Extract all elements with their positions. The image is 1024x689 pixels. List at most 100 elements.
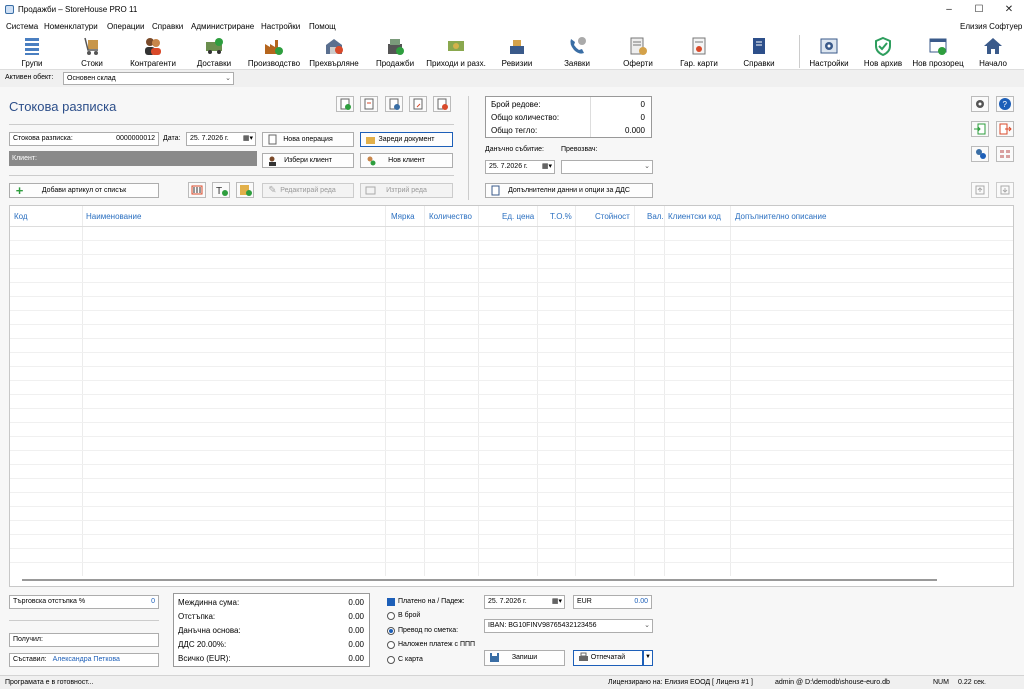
column-header-code[interactable]: Код: [14, 212, 28, 221]
document-copy-button[interactable]: [360, 96, 378, 112]
document-export-button[interactable]: [409, 96, 427, 112]
pay-cod-radio[interactable]: [387, 641, 395, 649]
phone-icon: [570, 37, 586, 54]
grid-row-line: [10, 394, 1013, 395]
print-button[interactable]: Отпечатай: [573, 650, 643, 666]
carrier-select[interactable]: ⌄: [561, 160, 653, 174]
composed-by-field[interactable]: Съставил: Александра Петкова: [9, 653, 159, 667]
toolbar-reports-button[interactable]: Справки: [738, 33, 780, 70]
import-button[interactable]: [971, 121, 989, 137]
document-number-field[interactable]: Стокова разписка: 0000000012: [9, 132, 159, 146]
new-client-button[interactable]: Нов клиент: [360, 153, 453, 168]
column-header-name[interactable]: Наименование: [86, 212, 141, 221]
menu-settings[interactable]: Настройки: [261, 22, 300, 31]
minimize-button[interactable]: –: [934, 0, 964, 19]
items-grid[interactable]: Код Наименование Мярка Количество Ед. це…: [9, 205, 1014, 587]
column-header-currency[interactable]: Вал.: [647, 212, 664, 221]
printer-icon: [579, 652, 588, 661]
toolbar-transfer-button[interactable]: Прехвърляне: [308, 33, 360, 70]
toolbar-groups-button[interactable]: Групи: [12, 33, 52, 70]
menu-administration[interactable]: Администриране: [191, 22, 254, 31]
column-header-unit[interactable]: Мярка: [391, 212, 415, 221]
toolbar-new-archive-button[interactable]: Нов архив: [860, 33, 906, 70]
barcode-button[interactable]: [188, 182, 206, 198]
menu-system[interactable]: Система: [6, 22, 38, 31]
move-down-button[interactable]: [996, 182, 1014, 198]
toolbar-goods-button[interactable]: Стоки: [72, 33, 112, 70]
active-object-select[interactable]: Основен склад ⌄: [63, 72, 234, 85]
toolbar-home-button[interactable]: Начало: [972, 33, 1014, 70]
due-date-picker[interactable]: 25. 7.2026 г. ▦▾: [484, 595, 565, 609]
help-button[interactable]: ?: [996, 96, 1014, 112]
add-item-button[interactable]: + Добави артикул от списък: [9, 183, 159, 198]
column-header-value[interactable]: Стойност: [595, 212, 630, 221]
print-options-dropdown[interactable]: ▼: [643, 650, 653, 666]
users-button[interactable]: [971, 146, 989, 162]
close-button[interactable]: ✕: [994, 0, 1024, 19]
iban-select[interactable]: IBAN: BG10FINV98765432123456 ⌄: [484, 619, 653, 633]
grid-layout-button[interactable]: [996, 146, 1014, 162]
main-toolbar: Групи Стоки Контрагенти Доставки Произво…: [0, 33, 1024, 70]
panel-settings-button[interactable]: [971, 96, 989, 112]
toolbar-production-button[interactable]: Производство: [246, 33, 302, 70]
paid-checkbox[interactable]: [387, 598, 395, 606]
export-button[interactable]: [996, 121, 1014, 137]
horizontal-scrollbar[interactable]: [22, 579, 937, 581]
client-field[interactable]: Клиент:: [9, 151, 257, 166]
column-header-client-code[interactable]: Клиентски код: [668, 212, 721, 221]
factory-icon: [265, 40, 283, 55]
move-up-button[interactable]: [971, 182, 989, 198]
calendar-icon: ▦▾: [541, 163, 552, 170]
document-date-picker[interactable]: 25. 7.2026 г. ▦▾: [186, 132, 256, 146]
column-header-unit-price[interactable]: Ед. цена: [502, 212, 534, 221]
toolbar-offers-button[interactable]: Оферти: [617, 33, 659, 70]
column-header-quantity[interactable]: Количество: [429, 212, 472, 221]
column-header-description[interactable]: Допълнително описание: [735, 212, 826, 221]
carrier-label: Превозвач:: [561, 146, 598, 153]
warranty-icon: [692, 37, 706, 55]
toolbar-delivery-button[interactable]: Доставки: [192, 33, 236, 70]
pay-card-radio[interactable]: [387, 656, 395, 664]
toolbar-income-expense-button[interactable]: Приходи и разх.: [424, 33, 488, 70]
edit-row-button[interactable]: ✎ Редактирай реда: [262, 183, 354, 198]
tax-event-date-picker[interactable]: 25. 7.2026 г. ▦▾: [485, 160, 555, 174]
document-list-button[interactable]: [336, 96, 354, 112]
toolbar-new-window-button[interactable]: Нов прозорец: [910, 33, 966, 70]
menu-nomenclatures[interactable]: Номенклатури: [44, 22, 98, 31]
divider: [468, 96, 469, 200]
document-settings-button[interactable]: [385, 96, 403, 112]
menu-help[interactable]: Помощ: [309, 22, 336, 31]
trade-discount-field[interactable]: Търговска отстъпка % 0: [9, 595, 159, 609]
menu-operations[interactable]: Операции: [107, 22, 144, 31]
column-header-discount[interactable]: Т.О.%: [550, 212, 572, 221]
text-row-button[interactable]: T: [212, 182, 230, 198]
vat-row: ДДС 20.00%: 0.00: [178, 640, 364, 649]
choose-client-button[interactable]: Избери клиент: [262, 153, 354, 168]
calculator-button[interactable]: [236, 182, 254, 198]
load-document-button[interactable]: Зареди документ: [360, 132, 453, 147]
save-button[interactable]: Запиши: [484, 650, 565, 666]
toolbar-settings-button[interactable]: Настройки: [806, 33, 852, 70]
toolbar-contacts-button[interactable]: Контрагенти: [126, 33, 180, 70]
total-weight: 0.000: [624, 126, 645, 135]
grid-row-line: [10, 380, 1013, 381]
vat-options-button[interactable]: Допълнителни данни и опции за ДДС: [485, 183, 653, 198]
menu-reports[interactable]: Справки: [152, 22, 183, 31]
pay-cash-radio[interactable]: [387, 612, 395, 620]
toolbar-separator: [799, 35, 800, 68]
delete-row-button[interactable]: Изтрий реда: [360, 183, 453, 198]
toolbar-sales-button[interactable]: Продажби: [372, 33, 418, 70]
money-icon: [448, 41, 464, 51]
divider: [9, 124, 454, 125]
pay-bank-radio[interactable]: [387, 627, 395, 635]
paid-amount-field[interactable]: EUR 0.00: [573, 595, 652, 609]
toolbar-requests-button[interactable]: Заявки: [556, 33, 598, 70]
toolbar-warranty-button[interactable]: Гар. карти: [676, 33, 722, 70]
maximize-button[interactable]: ☐: [964, 0, 994, 19]
new-operation-button[interactable]: Нова операция: [262, 132, 354, 147]
received-by-field[interactable]: Получил:: [9, 633, 159, 647]
grid-row-line: [10, 366, 1013, 367]
document-delete-button[interactable]: [433, 96, 451, 112]
company-name: Елизия Софтуер: [960, 22, 1023, 31]
toolbar-revisions-button[interactable]: Ревизии: [496, 33, 538, 70]
